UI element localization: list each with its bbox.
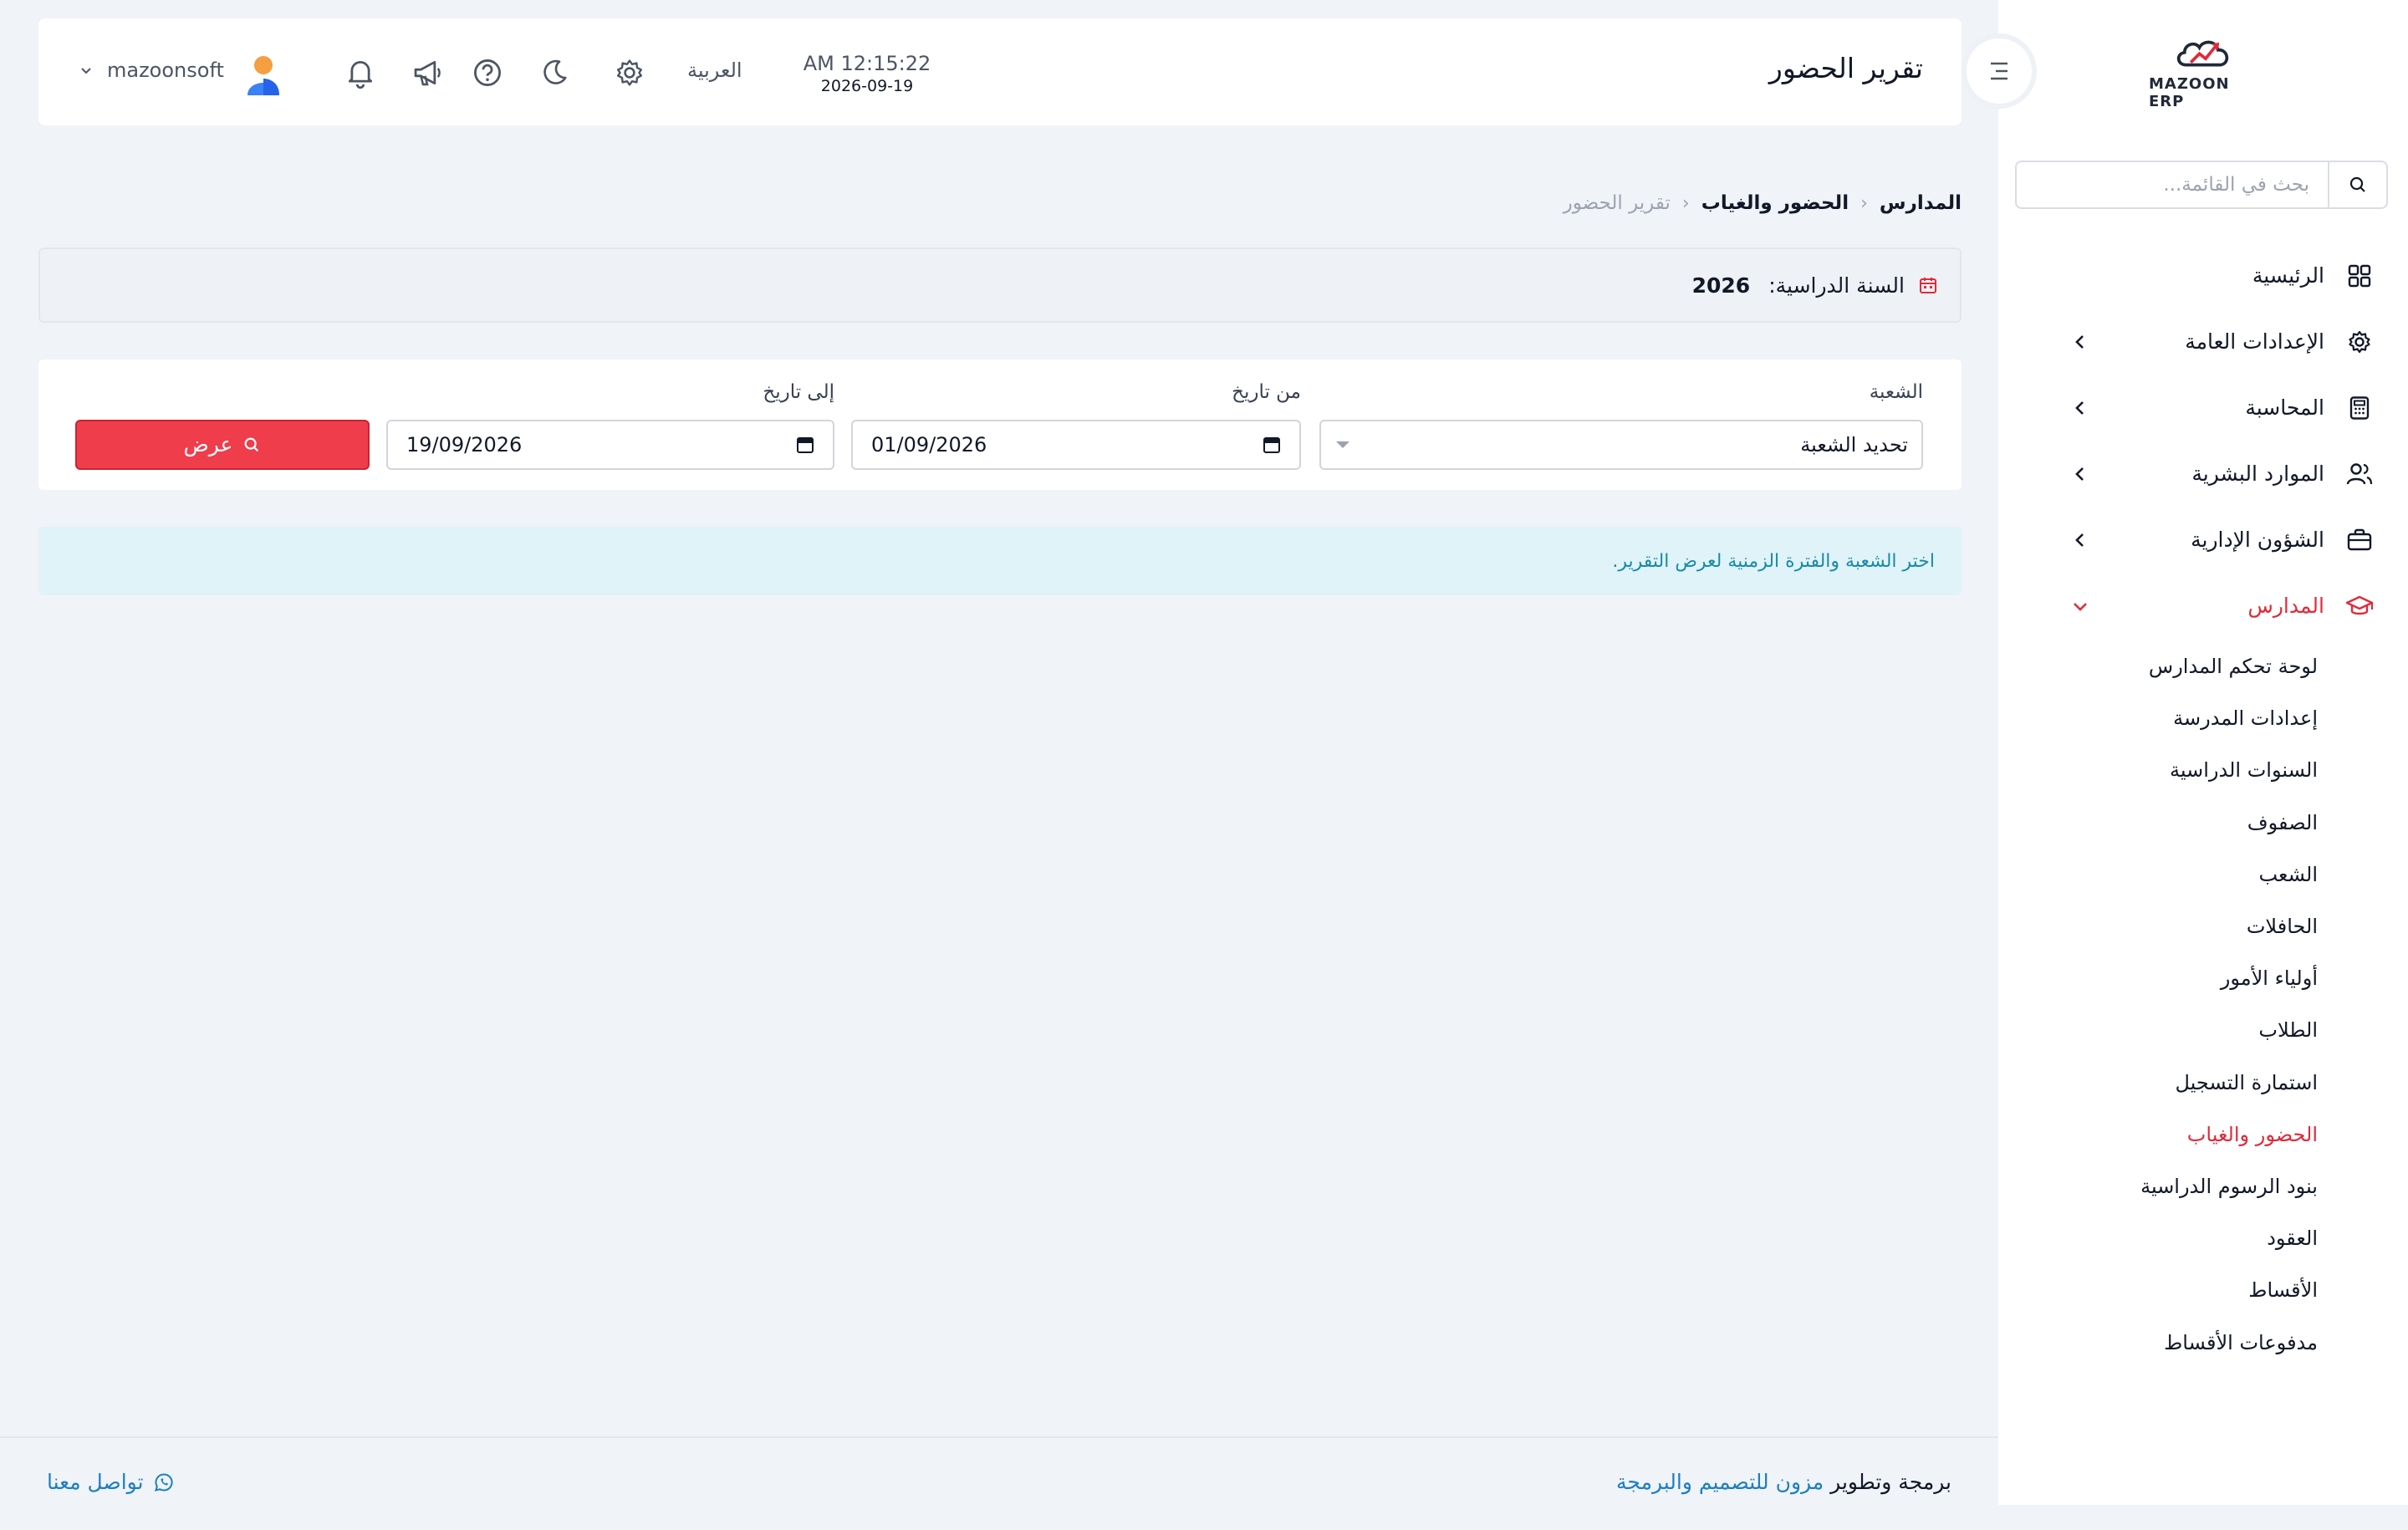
cloud-chart-logo-icon <box>2176 40 2229 67</box>
page-title: تقرير الحضور <box>1768 52 1923 84</box>
language-switch[interactable]: العربية <box>687 59 742 82</box>
moon-icon[interactable] <box>537 55 572 90</box>
grid-icon <box>2344 261 2375 291</box>
info-alert-message: اختر الشعبة والفترة الزمنية لعرض التقرير… <box>1612 550 1935 572</box>
graduation-cap-icon <box>2344 591 2375 621</box>
chevron-left-icon <box>2069 330 2092 354</box>
submenu-item-installment-payments[interactable]: مدفوعات الأقساط <box>1998 1316 2318 1368</box>
chevron-left-icon <box>2069 396 2092 420</box>
sidebar-item-label: الرئيسية <box>2252 263 2324 288</box>
clock-date: 2026-09-19 <box>820 77 914 95</box>
submenu-item-academic-years[interactable]: السنوات الدراسية <box>1998 744 2318 796</box>
sidebar-item-label: المدارس <box>2247 594 2324 618</box>
breadcrumb-current: تقرير الحضور <box>1563 192 1671 214</box>
contact-us-link[interactable]: تواصل معنا <box>47 1470 174 1494</box>
sidebar-search-input[interactable] <box>2017 162 2328 207</box>
username[interactable]: mazoonsoft <box>107 59 224 82</box>
submenu-item-registration-form[interactable]: استمارة التسجيل <box>1998 1057 2318 1109</box>
sidebar-item-accounting[interactable]: المحاسبة <box>1998 375 2408 441</box>
section-label: الشعبة <box>1869 381 1923 403</box>
submenu-item-school-settings[interactable]: إعدادات المدرسة <box>1998 692 2318 744</box>
clock-time: AM 12:15:22 <box>803 52 931 75</box>
to-date-input[interactable]: 19/09/2026 <box>386 420 834 470</box>
submenu-item-guardians[interactable]: أولياء الأمور <box>1998 952 2318 1004</box>
chevron-down-icon <box>2069 594 2092 618</box>
from-date-label: من تاريخ <box>1232 381 1301 403</box>
from-date-value: 01/09/2026 <box>871 433 987 456</box>
breadcrumb-attendance[interactable]: الحضور والغياب <box>1701 192 1849 214</box>
sidebar-item-general-settings[interactable]: الإعدادات العامة <box>1998 309 2408 375</box>
submenu-item-tuition-items[interactable]: بنود الرسوم الدراسية <box>1998 1160 2318 1212</box>
to-date-label: إلى تاريخ <box>763 381 834 403</box>
settings-gear-icon[interactable] <box>612 55 647 90</box>
academic-year-value: 2026 <box>1691 273 1751 298</box>
sidebar-item-hr[interactable]: الموارد البشرية <box>1998 441 2408 507</box>
breadcrumb-separator: ‹ <box>1681 192 1690 214</box>
footer-credit-prefix: برمجة وتطوير <box>1830 1470 1951 1494</box>
submenu-item-sections[interactable]: الشعب <box>1998 849 2318 900</box>
sidebar-item-home[interactable]: الرئيسية <box>1998 242 2408 309</box>
footer-credit: برمجة وتطوير مزون للتصميم والبرمجة <box>1616 1470 1951 1494</box>
submenu-item-attendance[interactable]: الحضور والغياب <box>1998 1109 2318 1160</box>
calendar-picker-icon <box>797 437 814 453</box>
logo-text: MAZOON ERP <box>2149 75 2230 110</box>
gear-icon <box>2344 327 2375 357</box>
top-header: تقرير الحضور AM 12:15:22 2026-09-19 العر… <box>38 18 1962 125</box>
footer: برمجة وتطوير مزون للتصميم والبرمجة تواصل… <box>0 1436 1998 1530</box>
show-report-button[interactable]: عرض <box>75 420 370 470</box>
sidebar-item-label: الإعدادات العامة <box>2185 329 2324 354</box>
submenu-item-grades[interactable]: الصفوف <box>1998 797 2318 849</box>
sidebar-item-admin-affairs[interactable]: الشؤون الإدارية <box>1998 507 2408 573</box>
section-select-value: تحديد الشعبة <box>1800 433 1908 456</box>
submenu-item-schools-dashboard[interactable]: لوحة تحكم المدارس <box>1998 640 2318 692</box>
to-date-value: 19/09/2026 <box>406 433 523 456</box>
breadcrumb: المدارس ‹ الحضور والغياب ‹ تقرير الحضور <box>1564 192 1962 214</box>
chevron-down-icon[interactable] <box>79 64 94 79</box>
schools-submenu: لوحة تحكم المدارس إعدادات المدرسة السنوا… <box>1998 640 2408 1369</box>
chevron-left-icon <box>2069 462 2092 486</box>
calendar-picker-icon <box>1263 437 1280 453</box>
search-icon <box>245 437 259 452</box>
chevron-left-icon <box>2069 528 2092 552</box>
academic-year-label: السنة الدراسية: <box>1768 273 1905 298</box>
breadcrumb-separator: ‹ <box>1860 192 1868 214</box>
help-icon[interactable] <box>470 55 505 90</box>
sidebar-item-schools[interactable]: المدارس <box>1998 573 2408 639</box>
caret-down-icon <box>1336 441 1349 448</box>
sidebar-item-label: المحاسبة <box>2245 395 2324 420</box>
sidebar-item-label: الموارد البشرية <box>2191 462 2324 486</box>
sidebar: MAZOON ERP الرئيسية الإعدادات العامة <box>1998 0 2408 1505</box>
section-select[interactable]: تحديد الشعبة <box>1319 420 1923 470</box>
report-filter-card: الشعبة تحديد الشعبة من تاريخ 01/09/2026 … <box>38 360 1962 490</box>
menu-toggle-icon <box>1991 62 2008 80</box>
sidebar-menu: الرئيسية الإعدادات العامة المحاسبة الموا… <box>1998 242 2408 1369</box>
user-avatar[interactable] <box>244 54 283 95</box>
show-report-label: عرض <box>183 433 233 456</box>
search-icon <box>2349 176 2365 192</box>
sidebar-item-label: الشؤون الإدارية <box>2191 528 2324 552</box>
header-clock: AM 12:15:22 2026-09-19 <box>796 52 938 95</box>
logo[interactable]: MAZOON ERP <box>2149 35 2258 110</box>
users-icon <box>2344 459 2375 489</box>
from-date-input[interactable]: 01/09/2026 <box>851 420 1301 470</box>
sidebar-search-button[interactable] <box>2328 162 2386 207</box>
sidebar-toggle-button[interactable] <box>1962 33 2037 109</box>
sidebar-search <box>2015 161 2388 209</box>
whatsapp-icon <box>154 1472 173 1492</box>
submenu-item-installments[interactable]: الأقساط <box>1998 1264 2318 1316</box>
megaphone-icon[interactable] <box>410 55 445 90</box>
bell-icon[interactable] <box>343 55 378 90</box>
footer-credit-link[interactable]: مزون للتصميم والبرمجة <box>1616 1470 1824 1494</box>
submenu-item-buses[interactable]: الحافلات <box>1998 900 2318 952</box>
submenu-item-contracts[interactable]: العقود <box>1998 1212 2318 1264</box>
calendar-icon <box>1920 278 1936 293</box>
academic-year-bar: السنة الدراسية: 2026 <box>38 247 1962 323</box>
breadcrumb-schools[interactable]: المدارس <box>1880 192 1962 214</box>
briefcase-icon <box>2344 525 2375 555</box>
contact-us-label: تواصل معنا <box>47 1470 144 1494</box>
submenu-item-students[interactable]: الطلاب <box>1998 1004 2318 1056</box>
info-alert: اختر الشعبة والفترة الزمنية لعرض التقرير… <box>38 527 1962 595</box>
calculator-icon <box>2344 393 2375 423</box>
